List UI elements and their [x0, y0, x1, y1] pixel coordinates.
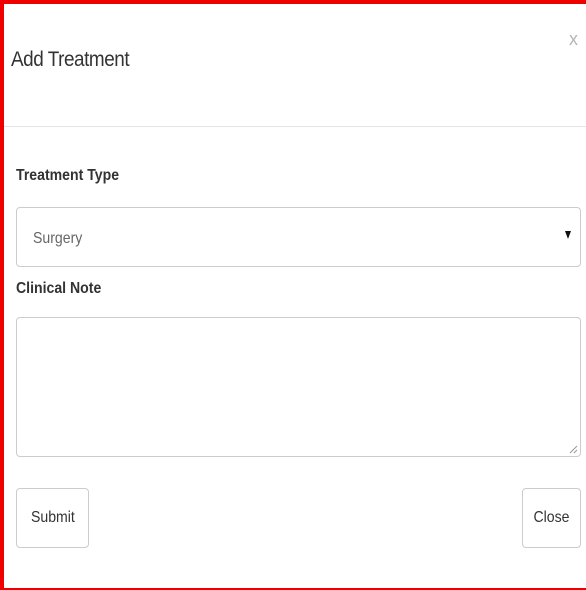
caret-down-icon — [565, 231, 571, 239]
resize-handle-icon[interactable] — [568, 444, 578, 454]
treatment-type-selected-value: Surgery — [33, 230, 83, 247]
add-treatment-modal: Add Treatment x Treatment Type Surgery C… — [0, 0, 586, 590]
treatment-type-label: Treatment Type — [16, 167, 120, 184]
submit-button[interactable]: Submit — [16, 488, 89, 548]
modal-header: Add Treatment x — [4, 4, 586, 127]
close-button[interactable]: Close — [522, 488, 581, 548]
clinical-note-textarea[interactable] — [16, 317, 581, 457]
submit-button-label: Submit — [30, 509, 75, 526]
modal-title: Add Treatment — [11, 48, 130, 71]
clinical-note-label: Clinical Note — [16, 280, 102, 297]
close-button-label: Close — [533, 509, 570, 526]
close-icon[interactable]: x — [569, 30, 578, 48]
treatment-type-select[interactable]: Surgery — [16, 207, 581, 267]
